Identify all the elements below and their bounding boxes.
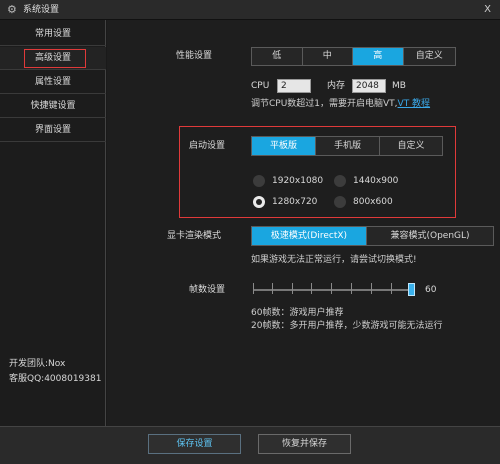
render-tip: 如果游戏无法正常运行，请尝试切换模式! bbox=[251, 255, 417, 265]
sidebar-item-label: 属性设置 bbox=[34, 77, 71, 87]
startup-option-tablet[interactable]: 平板版 bbox=[252, 137, 316, 155]
slider-tick bbox=[391, 283, 392, 294]
vt-tip: 调节CPU数超过1，需要开启电脑VT,VT 教程 bbox=[251, 97, 430, 111]
render-option-opengl[interactable]: 兼容模式(OpenGL) bbox=[367, 227, 493, 245]
memory-field[interactable]: 2048 bbox=[352, 79, 386, 93]
sidebar-item-shortcuts[interactable]: 快捷键设置 bbox=[0, 95, 106, 118]
slider-tick bbox=[292, 283, 293, 294]
vt-tutorial-link[interactable]: VT 教程 bbox=[398, 99, 431, 109]
highlight-box bbox=[24, 49, 86, 68]
close-button[interactable]: X bbox=[484, 3, 491, 17]
slider-tick bbox=[311, 283, 312, 294]
fps-note-60: 60帧数：游戏用户推荐 bbox=[251, 308, 344, 318]
perf-option-medium[interactable]: 中 bbox=[303, 48, 353, 65]
sidebar-item-properties[interactable]: 属性设置 bbox=[0, 71, 106, 94]
title-bar: ⚙ 系统设置 X bbox=[0, 0, 500, 20]
cpu-field[interactable]: 2 bbox=[277, 79, 311, 93]
performance-label: 性能设置 bbox=[176, 51, 213, 61]
performance-selector: 低 中 高 自定义 bbox=[251, 47, 456, 66]
fps-note-20: 20帧数：多开用户推荐，少数游戏可能无法运行 bbox=[251, 321, 443, 331]
perf-option-low[interactable]: 低 bbox=[252, 48, 303, 65]
team-text: 开发团队:Nox bbox=[9, 359, 66, 369]
settings-panel: 性能设置 低 中 高 自定义 CPU 2 内存 2048 MB 调节CPU数超过… bbox=[107, 20, 500, 426]
radio-1280x720[interactable] bbox=[253, 196, 265, 208]
startup-option-phone[interactable]: 手机版 bbox=[316, 137, 380, 155]
support-text: 客服QQ:4008019381 bbox=[9, 374, 102, 384]
slider-tick bbox=[351, 283, 352, 294]
sidebar-item-advanced[interactable]: 高级设置 bbox=[0, 47, 106, 70]
fps-value: 60 bbox=[425, 285, 437, 295]
perf-option-high[interactable]: 高 bbox=[353, 48, 404, 65]
memory-unit: MB bbox=[392, 81, 406, 91]
radio-1920x1080[interactable] bbox=[253, 175, 265, 187]
slider-tick bbox=[331, 283, 332, 294]
sidebar-item-general[interactable]: 常用设置 bbox=[0, 23, 106, 46]
resolution-label-800x600: 800x600 bbox=[353, 197, 393, 207]
resolution-label-1920x1080: 1920x1080 bbox=[272, 176, 324, 186]
sidebar-item-interface[interactable]: 界面设置 bbox=[0, 119, 106, 142]
render-option-directx[interactable]: 极速模式(DirectX) bbox=[252, 227, 367, 245]
slider-tick bbox=[371, 283, 372, 294]
startup-selector: 平板版 手机版 自定义 bbox=[251, 136, 443, 156]
sidebar-item-label: 界面设置 bbox=[34, 125, 71, 135]
startup-label: 启动设置 bbox=[189, 141, 226, 151]
radio-800x600[interactable] bbox=[334, 196, 346, 208]
sidebar-item-label: 常用设置 bbox=[34, 29, 71, 39]
sidebar-item-label: 快捷键设置 bbox=[30, 101, 76, 111]
cpu-label: CPU bbox=[251, 81, 270, 91]
save-settings-button[interactable]: 保存设置 bbox=[148, 434, 241, 454]
restore-and-save-button[interactable]: 恢复并保存 bbox=[258, 434, 351, 454]
startup-option-custom[interactable]: 自定义 bbox=[380, 137, 442, 155]
footer-bar: 保存设置 恢复并保存 bbox=[0, 426, 500, 464]
fps-label: 帧数设置 bbox=[189, 285, 226, 295]
perf-option-custom[interactable]: 自定义 bbox=[404, 48, 455, 65]
fps-slider-track[interactable] bbox=[253, 289, 411, 291]
render-selector: 极速模式(DirectX) 兼容模式(OpenGL) bbox=[251, 226, 494, 246]
slider-tick bbox=[253, 283, 254, 294]
resolution-label-1280x720: 1280x720 bbox=[272, 197, 318, 207]
team-info: 开发团队:Nox 客服QQ:4008019381 bbox=[9, 357, 101, 387]
vt-tip-text: 调节CPU数超过1，需要开启电脑VT, bbox=[251, 99, 398, 109]
resolution-label-1440x900: 1440x900 bbox=[353, 176, 399, 186]
sidebar: 常用设置 高级设置 属性设置 快捷键设置 界面设置 开发团队:Nox 客服QQ:… bbox=[0, 20, 106, 426]
render-label: 显卡渲染模式 bbox=[167, 231, 222, 241]
fps-slider-thumb[interactable] bbox=[408, 283, 415, 296]
memory-label: 内存 bbox=[327, 81, 346, 91]
radio-1440x900[interactable] bbox=[334, 175, 346, 187]
slider-tick bbox=[272, 283, 273, 294]
gear-icon: ⚙ bbox=[7, 3, 17, 16]
window-title: 系统设置 bbox=[23, 5, 60, 15]
